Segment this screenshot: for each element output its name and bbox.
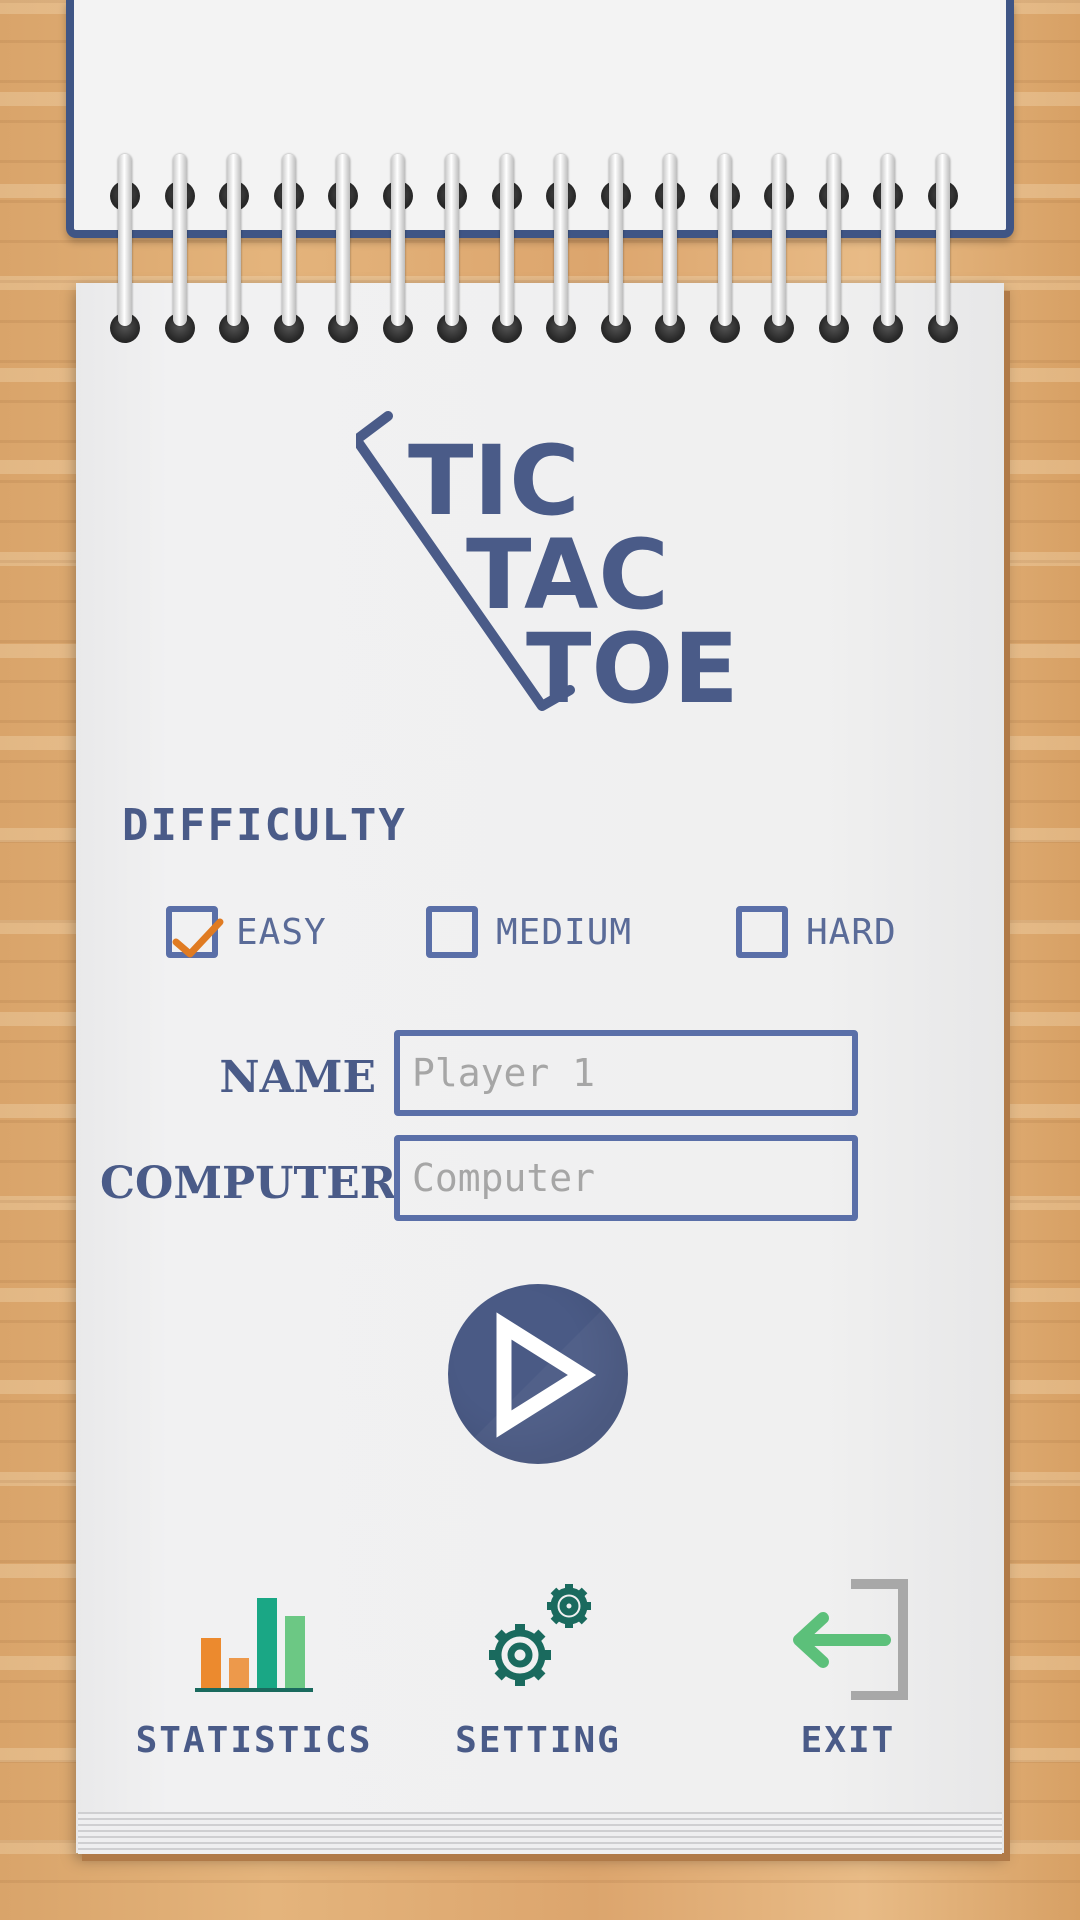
spiral-ring <box>219 150 249 343</box>
hard-label: HARD <box>806 911 897 953</box>
name-input[interactable] <box>394 1030 858 1116</box>
difficulty-heading: DIFFICULTY <box>122 800 407 851</box>
spiral-ring <box>491 150 522 343</box>
computer-input[interactable] <box>394 1135 858 1221</box>
statistics-label: STATISTICS <box>135 1720 373 1761</box>
spiral-ring <box>110 150 140 343</box>
computer-label: COMPUTER <box>100 1158 397 1209</box>
spiral-ring <box>328 150 358 343</box>
name-label: NAME <box>219 1052 376 1103</box>
setting-label: SETTING <box>455 1720 621 1761</box>
difficulty-option-hard[interactable]: HARD <box>736 902 897 962</box>
spiral-ring <box>709 150 740 343</box>
spiral-binding <box>0 150 1080 350</box>
exit-label: EXIT <box>800 1720 896 1761</box>
spiral-ring <box>873 150 903 343</box>
spiral-ring <box>818 150 849 343</box>
exit-button[interactable]: EXIT <box>698 1570 998 1770</box>
statistics-button[interactable]: STATISTICS <box>104 1570 404 1770</box>
tic-tac-toe-logo: TIC TAC TOE <box>351 410 739 730</box>
hard-checkbox[interactable] <box>736 906 788 958</box>
spiral-ring <box>382 150 413 343</box>
spiral-ring <box>273 150 304 343</box>
spiral-ring <box>600 150 631 343</box>
spiral-ring <box>164 150 195 343</box>
notebook-page-stack <box>78 1812 1002 1854</box>
medium-checkbox[interactable] <box>426 906 478 958</box>
medium-label: MEDIUM <box>496 911 633 953</box>
spiral-ring <box>437 150 467 343</box>
easy-checkbox[interactable] <box>166 906 224 958</box>
play-icon <box>448 1284 628 1464</box>
spiral-ring <box>764 150 794 343</box>
bar-chart-icon <box>179 1570 329 1700</box>
gears-icon <box>463 1570 613 1700</box>
spiral-ring <box>546 150 576 343</box>
setting-button[interactable]: SETTING <box>388 1570 688 1770</box>
difficulty-option-easy[interactable]: EASY <box>166 902 327 962</box>
logo-line-3: TOE <box>526 613 736 725</box>
play-button[interactable] <box>448 1284 628 1464</box>
spiral-ring <box>927 150 958 343</box>
spiral-ring <box>655 150 685 343</box>
difficulty-option-medium[interactable]: MEDIUM <box>426 902 632 962</box>
exit-icon <box>773 1570 923 1701</box>
easy-label: EASY <box>236 911 327 953</box>
check-icon <box>172 918 224 958</box>
